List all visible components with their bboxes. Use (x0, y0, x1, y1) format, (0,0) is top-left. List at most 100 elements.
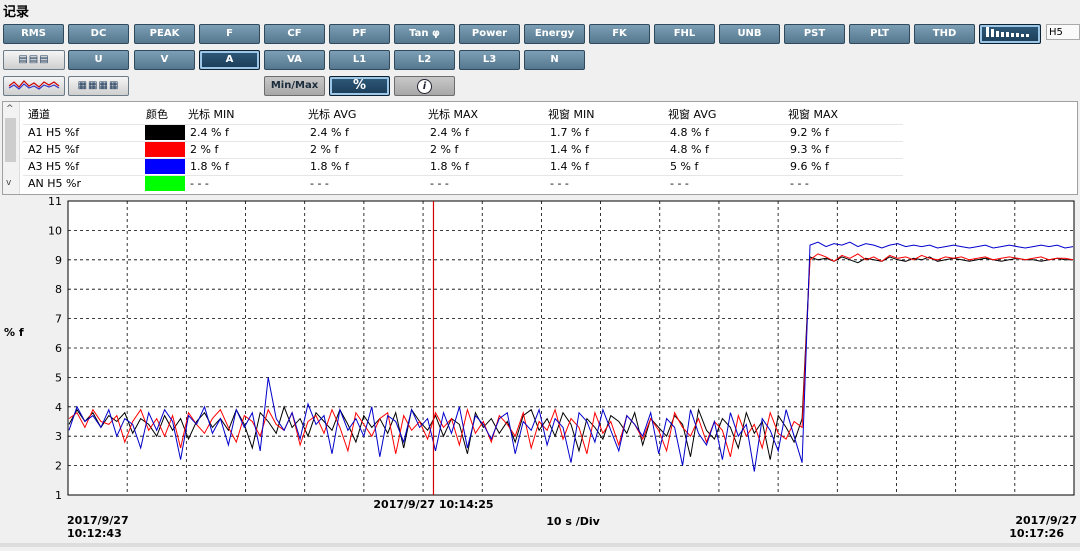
tab-cf[interactable]: CF (264, 24, 325, 44)
column-header: 光标 MAX (428, 108, 479, 121)
x-end-date: 2017/9/27 (1015, 514, 1077, 527)
scroll-thumb[interactable] (5, 118, 16, 162)
y-tick-label: 1 (55, 489, 62, 502)
page-title: 记录 (3, 5, 30, 20)
y-tick-label: 9 (55, 254, 62, 267)
layout-icon: ▤▤▤ (18, 54, 50, 65)
value-cell: - - - (190, 177, 209, 190)
table-view-button[interactable]: ▦▦▦▦ (68, 76, 129, 96)
trend-chart: 1 2 3 4 5 6 7 8 9 10 11 % f 2017/9/27 10:14:25 2017/9… (0, 195, 1080, 547)
value-cell: - - - (310, 177, 329, 190)
y-tick-label: 5 (55, 371, 62, 384)
value-cell: 1.8 % f (430, 160, 469, 173)
column-header: 视窗 AVG (668, 108, 717, 121)
tab-dc[interactable]: DC (68, 24, 129, 44)
tab-unb[interactable]: UNB (719, 24, 780, 44)
channel-name: A3 H5 %f (28, 160, 80, 173)
tab-tan-[interactable]: Tan φ (394, 24, 455, 44)
x-start-date: 2017/9/27 (67, 514, 129, 527)
color-swatch[interactable] (145, 159, 185, 174)
channel-name: A1 H5 %f (28, 126, 80, 139)
percent-button[interactable]: % (329, 76, 390, 96)
cursor-timestamp: 2017/9/27 10:14:25 (373, 498, 493, 511)
harmonic-bar-view-button[interactable] (979, 24, 1041, 44)
channel-l2[interactable]: L2 (394, 50, 455, 70)
value-cell: 2.4 % f (190, 126, 229, 139)
value-cell: 9.3 % f (790, 143, 829, 156)
tab-f[interactable]: F (199, 24, 260, 44)
column-header: 通道 (28, 108, 50, 121)
time-division-label: 10 s /Div (546, 515, 600, 528)
color-swatch[interactable] (145, 125, 185, 140)
info-icon: i (417, 79, 432, 94)
channel-a[interactable]: A (199, 50, 260, 70)
y-tick-label: 7 (55, 313, 62, 326)
value-cell: 5 % f (670, 160, 699, 173)
scroll-up-icon[interactable]: ^ (6, 104, 14, 114)
tab-peak[interactable]: PEAK (134, 24, 195, 44)
tab-power[interactable]: Power (459, 24, 520, 44)
value-cell: - - - (550, 177, 569, 190)
color-swatch[interactable] (145, 176, 185, 191)
channel-l3[interactable]: L3 (459, 50, 520, 70)
color-swatch[interactable] (145, 142, 185, 157)
tab-pf[interactable]: PF (329, 24, 390, 44)
value-cell: 2.4 % f (310, 126, 349, 139)
tab-energy[interactable]: Energy (524, 24, 585, 44)
tab-fhl[interactable]: FHL (654, 24, 715, 44)
column-header: 视窗 MAX (788, 108, 839, 121)
scroll-down-icon[interactable]: v (6, 178, 11, 188)
channel-u[interactable]: U (68, 50, 129, 70)
value-cell: 4.8 % f (670, 143, 709, 156)
tab-thd[interactable]: THD (914, 24, 975, 44)
table-scrollbar[interactable]: ^ v (3, 102, 20, 194)
y-tick-label: 10 (48, 224, 62, 237)
channel-va[interactable]: VA (264, 50, 325, 70)
channel-name: A2 H5 %f (28, 143, 80, 156)
value-cell: 1.4 % f (550, 160, 589, 173)
table-icon: ▦▦▦▦ (77, 80, 120, 91)
value-cell: 1.4 % f (550, 143, 589, 156)
horizontal-scrollbar[interactable] (0, 543, 1080, 547)
value-cell: 9.6 % f (790, 160, 829, 173)
value-cell: 2.4 % f (430, 126, 469, 139)
value-cell: 2 % f (190, 143, 219, 156)
tab-plt[interactable]: PLT (849, 24, 910, 44)
y-tick-label: 3 (55, 430, 62, 443)
channel-n[interactable]: N (524, 50, 585, 70)
value-cell: 1.8 % f (310, 160, 349, 173)
harmonic-order-field[interactable]: H5 (1046, 24, 1080, 40)
minmax-button[interactable]: Min/Max (264, 76, 325, 96)
value-cell: 2 % f (430, 143, 459, 156)
layout-toggle-button[interactable]: ▤▤▤ (3, 50, 65, 70)
channel-l1[interactable]: L1 (329, 50, 390, 70)
y-tick-label: 8 (55, 283, 62, 296)
value-cell: - - - (430, 177, 449, 190)
value-cell: 1.7 % f (550, 126, 589, 139)
column-header: 视窗 MIN (548, 108, 595, 121)
column-header: 光标 AVG (308, 108, 357, 121)
y-axis-label: % f (4, 326, 24, 339)
tab-rms[interactable]: RMS (3, 24, 64, 44)
y-tick-label: 2 (55, 460, 62, 473)
column-header: 光标 MIN (188, 108, 235, 121)
value-cell: 2 % f (310, 143, 339, 156)
value-cell: 9.2 % f (790, 126, 829, 139)
tab-fk[interactable]: FK (589, 24, 650, 44)
channel-v[interactable]: V (134, 50, 195, 70)
harmonic-bars-icon (986, 27, 1029, 37)
y-tick-label: 4 (55, 401, 62, 414)
y-tick-label: 11 (48, 195, 62, 208)
info-button[interactable]: i (394, 76, 455, 96)
value-cell: 4.8 % f (670, 126, 709, 139)
value-cell: - - - (790, 177, 809, 190)
x-end-time: 10:17:26 (1009, 527, 1064, 540)
y-tick-label: 6 (55, 342, 62, 355)
waveform-icon (8, 80, 60, 90)
column-header: 颜色 (146, 108, 168, 121)
value-cell: - - - (670, 177, 689, 190)
trend-view-button[interactable] (3, 76, 65, 96)
tab-pst[interactable]: PST (784, 24, 845, 44)
channel-name: AN H5 %r (28, 177, 81, 190)
x-start-time: 10:12:43 (67, 527, 122, 540)
